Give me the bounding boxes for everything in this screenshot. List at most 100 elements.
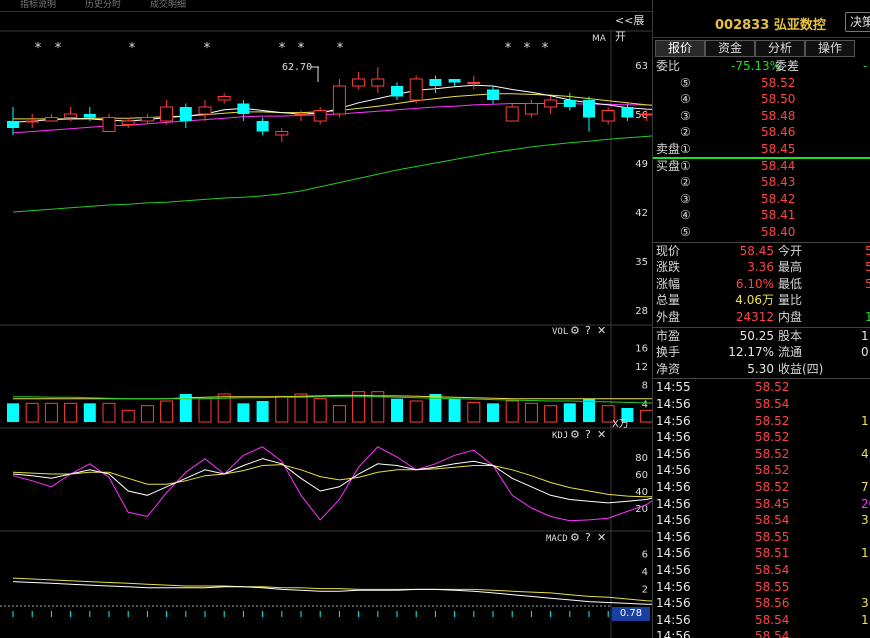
candle-up: [352, 78, 366, 87]
vol-bar-up: [198, 398, 212, 423]
ask-price: 58.50: [761, 92, 796, 107]
bid-row: ② 58.43: [653, 174, 870, 191]
weibi-value: -75.13%: [731, 59, 782, 73]
vol-bar-down: [7, 403, 19, 422]
decision-button[interactable]: 决策: [845, 12, 870, 32]
fund-label: 市盈: [656, 328, 681, 343]
candle-down: [83, 114, 96, 118]
fund-row: 净资 5.30 收益(四): [653, 361, 870, 378]
ma-label: MA: [592, 34, 606, 44]
tick-price: 58.54: [755, 513, 790, 528]
fund-row: 市盈 50.25 股本 1.: [653, 328, 870, 345]
candle-up: [313, 110, 327, 122]
vol-bar-down: [391, 398, 403, 422]
ma-green-line: [12, 135, 652, 213]
fund-value-2: 0.: [861, 345, 870, 360]
tab-quote[interactable]: 报价: [655, 40, 705, 57]
stock-code-name: 002833 弘亚数控: [715, 14, 826, 33]
kdj-tick: 20: [635, 504, 648, 515]
stat-value-2: 1: [865, 309, 870, 326]
ask-level: ④: [680, 92, 691, 107]
tick-row: 14:56 58.55: [653, 579, 870, 596]
tab-trade[interactable]: 操作: [805, 40, 855, 57]
high-annotation: 62.70: [282, 62, 313, 73]
vol-bar-down: [237, 403, 250, 422]
candle-up: [601, 110, 615, 122]
tick-price: 58.52: [755, 480, 790, 494]
candle-down: [179, 107, 192, 121]
ask-level: ③: [680, 108, 691, 123]
macd-tick: 2: [642, 585, 648, 596]
vol-bar-up: [505, 400, 519, 423]
stat-value: 6.10%: [735, 276, 774, 291]
vol-bar-up: [121, 409, 135, 423]
price-tick: 35: [635, 257, 648, 268]
stock-header: 002833 弘亚数控 决策: [653, 0, 870, 38]
tick-row: 14:56 58.52: [653, 429, 870, 446]
tab-funds[interactable]: 资金: [705, 40, 755, 57]
vol-close-icon[interactable]: ✕: [597, 324, 606, 337]
tick-time: 14:55: [656, 380, 691, 395]
bid-price: 58.42: [761, 191, 796, 206]
limit-up-marker: *: [524, 41, 531, 56]
tab-analysis[interactable]: 分析: [755, 40, 805, 57]
fund-label-2: 股本: [778, 328, 803, 343]
quote-tabs: 报价 资金 分析 操作: [653, 40, 870, 58]
tick-time: 14:56: [656, 629, 691, 638]
tick-price: 58.52: [755, 430, 790, 445]
tick-row: 14:56 58.55: [653, 529, 870, 546]
stat-value: 3.36: [747, 260, 774, 275]
limit-up-marker: *: [204, 41, 211, 56]
kdj-close-icon[interactable]: ✕: [597, 428, 606, 441]
candle-up: [102, 117, 116, 132]
ask-price: 58.46: [761, 125, 796, 140]
candle-down: [7, 121, 19, 128]
tick-row: 14:56 58.52 4: [653, 446, 870, 463]
macd-gear-icon[interactable]: ⚙: [570, 531, 580, 544]
candle-up: [64, 113, 78, 118]
vol-bar-up: [352, 391, 366, 423]
candle-up: [198, 106, 212, 115]
bid-row: ③ 58.42: [653, 191, 870, 208]
tick-price: 58.56: [755, 596, 790, 611]
tick-volume: 3: [861, 596, 869, 611]
stat-label: 现价: [656, 243, 681, 258]
candle-down: [621, 107, 634, 118]
tick-row: 14:56 58.51 1: [653, 545, 870, 562]
vol-help-icon[interactable]: ?: [585, 324, 591, 337]
kdj-gear-icon[interactable]: ⚙: [570, 428, 580, 441]
ask-level: ⑤: [680, 75, 691, 90]
kdj-help-icon[interactable]: ?: [585, 428, 591, 441]
vol-bar-up: [275, 395, 289, 423]
candle-up: [294, 113, 308, 116]
tick-time: 14:56: [656, 579, 691, 594]
stock-code: 002833: [715, 18, 770, 33]
stat-row: 涨跌 3.36 最高 5: [653, 259, 870, 276]
tick-volume: 1: [861, 612, 869, 627]
tick-volume: 7: [861, 480, 869, 494]
limit-up-marker: *: [542, 41, 549, 56]
ask-row: 卖盘 ① 58.45: [653, 141, 870, 158]
weibi-row: 委比 -75.13% 委差 -: [653, 58, 870, 75]
macd-close-icon[interactable]: ✕: [597, 531, 606, 544]
vol-bar-down: [583, 398, 595, 422]
ask-price: 58.52: [761, 75, 796, 90]
stat-value: 4.06万: [735, 293, 774, 308]
vol-bar-up: [524, 402, 538, 423]
candle-up: [25, 120, 39, 123]
macd-help-icon[interactable]: ?: [585, 531, 591, 544]
weicha-label: 委差: [775, 59, 800, 73]
macd-value-box: 0.78: [612, 607, 650, 621]
fund-label: 净资: [656, 361, 681, 376]
tick-price: 58.55: [755, 529, 790, 544]
vol-bar-down: [256, 401, 269, 422]
stat-value-2: 5: [865, 243, 870, 260]
fund-value-2: 1.: [861, 328, 870, 343]
quote-panel: 002833 弘亚数控 决策 报价 资金 分析 操作 委比 -75.13%委差 - ⑤…: [652, 0, 870, 638]
tick-row: 14:56 58.52 7: [653, 479, 870, 496]
candle-up: [44, 117, 58, 122]
kline-chart-area[interactable]: 指标说明 历史分时 成交明细 <<展开 635649423528********…: [0, 0, 652, 638]
tick-price: 58.52: [755, 463, 790, 478]
stat-row: 外盘 24312 内盘 1: [653, 309, 870, 326]
vol-gear-icon[interactable]: ⚙: [570, 324, 580, 337]
